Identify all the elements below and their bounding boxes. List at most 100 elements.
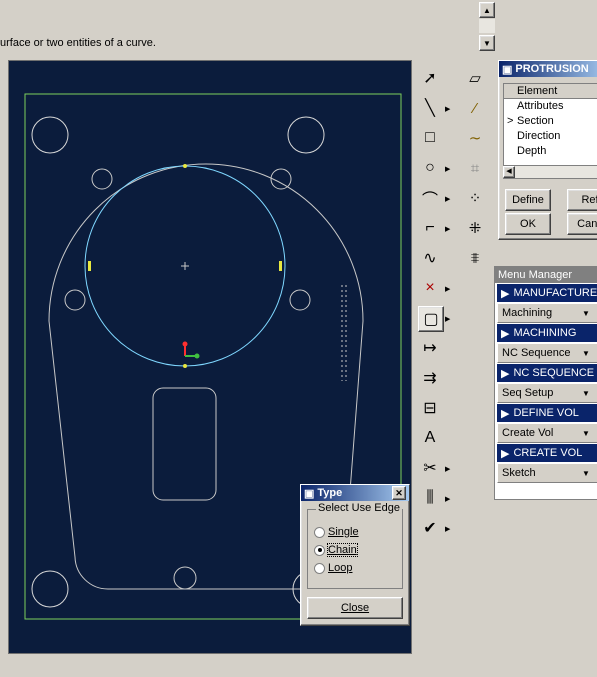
element-row-direction[interactable]: Direction [504, 129, 597, 144]
type-dialog: ▣ Type ✕ Select Use Edge Single Chain Lo… [300, 484, 410, 626]
menu-option-seq-setup[interactable]: Seq Setup ▼ [497, 383, 597, 403]
type-title-bar: ▣ Type ✕ [301, 485, 409, 501]
dropdown-arrow-icon: ▼ [582, 428, 590, 438]
done-flyout-arrow[interactable]: ▶ [445, 525, 450, 533]
select-arrow-icon[interactable]: ➚ [418, 66, 442, 90]
mirror-tool-icon[interactable]: ⫼ [418, 486, 442, 510]
point-tool-icon[interactable]: × [418, 276, 442, 300]
close-button[interactable]: Close [307, 597, 403, 619]
menu-option-create-vol[interactable]: Create Vol ▼ [497, 423, 597, 443]
datum-axis-icon[interactable]: ⁄ [463, 96, 487, 120]
define-button[interactable]: Define [505, 189, 551, 211]
radio-single[interactable]: Single [314, 526, 359, 538]
point-flyout-arrow[interactable]: ▶ [445, 285, 450, 293]
dropdown-arrow-icon: ▼ [582, 348, 590, 358]
expand-triangle-icon: ▶ [501, 407, 510, 420]
group-label: Select Use Edge [316, 502, 402, 514]
use-edge-tool-icon[interactable]: ▢ [418, 306, 444, 332]
expand-triangle-icon: ▶ [501, 327, 510, 340]
small-hole [173, 566, 197, 590]
refs-button[interactable]: Ref [567, 189, 597, 211]
current-element-marker: > [507, 115, 514, 127]
radio-button-selected[interactable] [314, 544, 325, 556]
menu-header-create-vol[interactable]: ▶ CREATE VOL [497, 444, 597, 462]
datum-plane-icon[interactable]: ▱ [463, 66, 487, 90]
dropdown-arrow-icon: ▼ [582, 388, 590, 398]
element-list-hscroll[interactable]: ◀ [503, 165, 597, 178]
dimension-tool-icon[interactable]: ↦ [418, 336, 442, 360]
fillet-tool-icon[interactable]: ⌐ [418, 216, 442, 240]
expand-triangle-icon: ▶ [501, 447, 510, 460]
protrusion-title-bar: ▣ PROTRUSION [499, 61, 597, 77]
menu-header-machining[interactable]: ▶ MACHINING [497, 324, 597, 342]
mirror-flyout-arrow[interactable]: ▶ [445, 495, 450, 503]
protrusion-dialog: ▣ PROTRUSION Element Attributes > Section… [498, 60, 597, 240]
trim-tool-icon[interactable]: ✂ [418, 456, 442, 480]
line-tool-icon[interactable]: ╲ [418, 96, 442, 120]
scroll-track[interactable] [479, 19, 495, 33]
cancel-button[interactable]: Canc [567, 213, 597, 235]
prompt-message: urface or two entities of a curve. [0, 37, 156, 49]
pocket-slot [152, 387, 217, 501]
type-app-icon: ▣ [304, 487, 315, 500]
fillet-flyout-arrow[interactable]: ▶ [445, 225, 450, 233]
datum-toolbar: ▱ ⁄ ∼ ⌗ ⁘ ⁜ ⩨ [458, 60, 494, 280]
spline-tool-icon[interactable]: ∿ [418, 246, 442, 270]
protrusion-title: PROTRUSION [515, 63, 589, 75]
radio-chain[interactable]: Chain [314, 543, 358, 557]
element-row-depth[interactable]: Depth [504, 144, 597, 159]
dropdown-arrow-icon: ▼ [582, 308, 590, 318]
radio-button[interactable] [314, 562, 325, 574]
small-hole [289, 289, 311, 311]
dropdown-arrow-icon: ▼ [582, 468, 590, 478]
use-edge-flyout-arrow[interactable]: ▶ [445, 315, 450, 323]
radio-loop[interactable]: Loop [314, 562, 352, 574]
corner-hole-tl [31, 116, 69, 154]
close-icon[interactable]: ✕ [392, 486, 406, 500]
arc-flyout-arrow[interactable]: ▶ [445, 195, 450, 203]
menu-option-machining[interactable]: Machining ▼ [497, 303, 597, 323]
sketch-toolbar: ➚ ╲ ▶ □ ○ ▶ ⌒ ▶ ⌐ ▶ ∿ × ▶ ▢ ▶ ↦ ⇉ ⊟ A ✂ ▶ ⫼ ▶ ✔ ▶ [414, 60, 456, 560]
datum-csys-icon[interactable]: ⌗ [463, 156, 487, 180]
rectangle-tool-icon[interactable]: □ [418, 126, 442, 150]
constraint-tool-icon[interactable]: ⊟ [418, 396, 442, 420]
scroll-down-button[interactable]: ▼ [479, 35, 495, 51]
modify-tool-icon[interactable]: ⇉ [418, 366, 442, 390]
trim-flyout-arrow[interactable]: ▶ [445, 465, 450, 473]
circle-tool-icon[interactable]: ○ [418, 156, 442, 180]
element-row-section[interactable]: > Section [504, 114, 597, 129]
text-tool-icon[interactable]: A [418, 426, 442, 450]
ok-button[interactable]: OK [505, 213, 551, 235]
menu-manager-title: Menu Manager [495, 267, 597, 283]
corner-hole-bl [31, 570, 69, 608]
element-row-attributes[interactable]: Attributes [504, 99, 597, 114]
element-column-header: Element [504, 84, 597, 99]
message-area: urface or two entities of a curve. [0, 0, 474, 52]
arc-tool-icon[interactable]: ⌒ [418, 186, 442, 210]
menu-header-manufacture[interactable]: ▶ MANUFACTURE [497, 284, 597, 302]
protrusion-app-icon: ▣ [502, 63, 513, 76]
menu-option-sketch[interactable]: Sketch ▼ [497, 463, 597, 483]
circle-flyout-arrow[interactable]: ▶ [445, 165, 450, 173]
datum-curve-icon[interactable]: ∼ [463, 126, 487, 150]
done-checkmark-icon[interactable]: ✔ [418, 516, 442, 540]
message-scrollbar[interactable]: ▲ ▼ [478, 0, 496, 52]
menu-header-define-vol[interactable]: ▶ DEFINE VOL [497, 404, 597, 422]
radio-button[interactable] [314, 526, 325, 538]
menu-manager: Menu Manager ▶ MANUFACTURE Machining ▼ ▶ MA… [494, 266, 597, 500]
menu-option-nc-sequence[interactable]: NC Sequence ▼ [497, 343, 597, 363]
datum-point-icon[interactable]: ⁘ [463, 186, 487, 210]
small-hole [91, 168, 113, 190]
corner-hole-tr [287, 116, 325, 154]
scroll-up-button[interactable]: ▲ [479, 2, 495, 18]
expand-triangle-icon: ▶ [501, 367, 510, 380]
scroll-left-button[interactable]: ◀ [503, 166, 515, 178]
use-edge-group: Select Use Edge Single Chain Loop [307, 502, 403, 589]
expand-triangle-icon: ▶ [501, 287, 510, 300]
sketched-point-icon[interactable]: ⁜ [463, 216, 487, 240]
menu-header-nc-sequence[interactable]: ▶ NC SEQUENCE [497, 364, 597, 382]
line-flyout-arrow[interactable]: ▶ [445, 105, 450, 113]
small-hole [64, 289, 86, 311]
offset-point-icon[interactable]: ⩨ [463, 246, 487, 270]
type-title: Type [317, 487, 343, 499]
